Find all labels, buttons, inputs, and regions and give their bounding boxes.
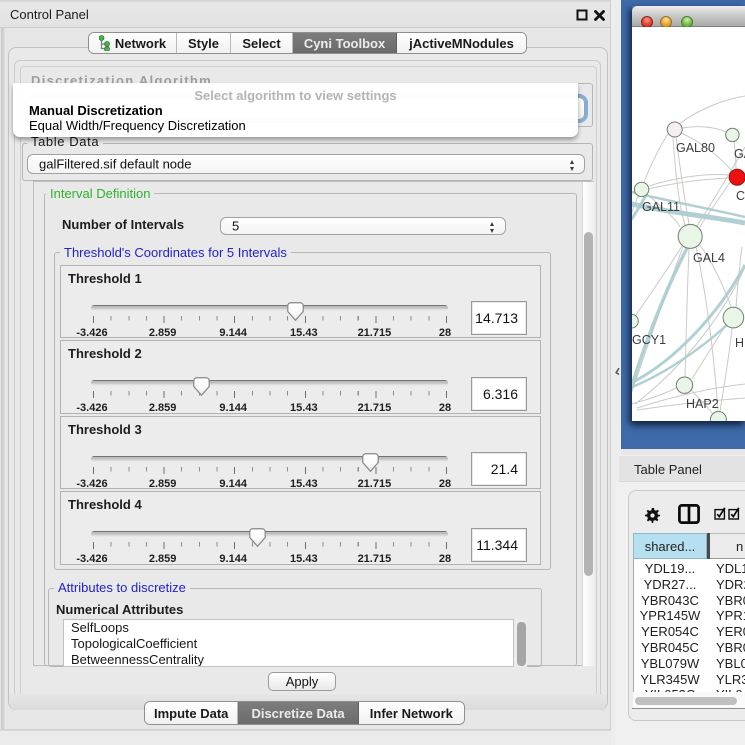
svg-text:GCY1: GCY1 xyxy=(632,333,666,347)
svg-text:C: C xyxy=(736,189,745,203)
svg-text:GAL11: GAL11 xyxy=(642,200,680,214)
svg-text:GAL80: GAL80 xyxy=(676,141,715,155)
svg-text:GA: GA xyxy=(734,147,745,161)
svg-text:H: H xyxy=(735,336,744,350)
svg-text:HAP2: HAP2 xyxy=(686,397,719,411)
svg-text:GAL4: GAL4 xyxy=(693,251,725,265)
